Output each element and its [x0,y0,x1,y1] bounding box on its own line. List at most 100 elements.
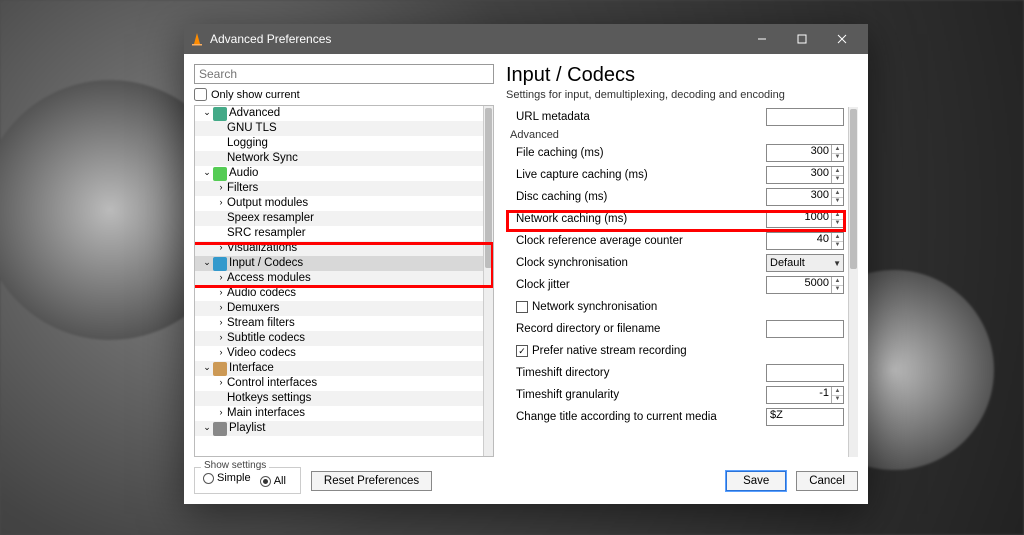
spinner-icon[interactable]: ▲▼ [831,189,843,205]
radio-simple[interactable]: Simple [203,472,251,484]
tree-item-network-sync[interactable]: Network Sync [195,151,483,166]
save-button[interactable]: Save [726,471,786,491]
live-capture-caching-input[interactable]: 300▲▼ [766,166,844,184]
tree-item-hotkeys-settings[interactable]: Hotkeys settings [195,391,483,406]
search-input[interactable] [194,64,494,84]
page-title: Input / Codecs [506,64,858,87]
tree-item-label: Network Sync [227,151,298,166]
tree-item-main-interfaces[interactable]: ›Main interfaces [195,406,483,421]
tree-item-video-codecs[interactable]: ›Video codecs [195,346,483,361]
tree-item-label: Output modules [227,196,308,211]
tree-item-label: Visualizations [227,241,297,256]
spinner-icon[interactable]: ▲▼ [831,233,843,249]
chevron-right-icon[interactable]: › [215,405,227,420]
page-subtitle: Settings for input, demultiplexing, deco… [506,89,858,101]
tree-item-label: Main interfaces [227,406,305,421]
only-show-current-label: Only show current [211,89,300,101]
minimize-button[interactable] [742,24,782,54]
cancel-button[interactable]: Cancel [796,471,858,491]
show-settings-group: Show settings Simple All [194,467,301,494]
tree-item-playlist[interactable]: ⌄ Playlist [195,421,483,436]
tree-item-demuxers[interactable]: ›Demuxers [195,301,483,316]
chevron-down-icon[interactable]: ⌄ [201,106,213,120]
spinner-icon[interactable]: ▲▼ [831,167,843,183]
close-button[interactable] [822,24,862,54]
tree-item-label: Stream filters [227,316,295,331]
tree-item-advanced[interactable]: ⌄ Advanced [195,106,483,121]
chevron-right-icon[interactable]: › [215,195,227,210]
tree-item-audio[interactable]: ⌄ Audio [195,166,483,181]
spinner-icon[interactable]: ▲▼ [831,145,843,161]
chevron-right-icon[interactable]: › [215,375,227,390]
spinner-icon[interactable]: ▲▼ [831,211,843,227]
chevron-right-icon[interactable]: › [215,285,227,300]
disc-caching-input[interactable]: 300▲▼ [766,188,844,206]
tree-item-output-modules[interactable]: ›Output modules [195,196,483,211]
chevron-down-icon[interactable]: ⌄ [201,360,213,375]
tree-item-interface[interactable]: ⌄Interface [195,361,483,376]
tree-item-filters[interactable]: ›Filters [195,181,483,196]
chevron-down-icon: ▼ [833,259,841,268]
only-show-current-input[interactable] [194,88,207,101]
tree-item-access-modules[interactable]: ›Access modules [195,271,483,286]
spinner-icon[interactable]: ▲▼ [831,277,843,293]
scrollbar-thumb[interactable] [850,109,857,269]
tree-item-label: Video codecs [227,346,296,361]
titlebar[interactable]: Advanced Preferences [184,24,868,54]
clock-reference-input[interactable]: 40▲▼ [766,232,844,250]
chevron-right-icon[interactable]: › [215,330,227,345]
tree-item-label: Hotkeys settings [227,391,311,406]
category-tree[interactable]: ⌄ AdvancedGNU TLSLoggingNetwork Sync ⌄ Audi… [194,105,494,457]
change-title-input[interactable]: $Z [766,408,844,426]
timeshift-granularity-input[interactable]: -1▲▼ [766,386,844,404]
chevron-right-icon[interactable]: › [215,300,227,315]
tree-item-input-codecs[interactable]: ⌄Input / Codecs [195,256,483,271]
tree-item-visualizations[interactable]: ›Visualizations [195,241,483,256]
chevron-right-icon[interactable]: › [215,270,227,285]
only-show-current-checkbox[interactable]: Only show current [194,88,494,101]
tree-scrollbar[interactable] [483,106,493,456]
tree-item-src-resampler[interactable]: SRC resampler [195,226,483,241]
tree-item-control-interfaces[interactable]: ›Control interfaces [195,376,483,391]
record-dir-input[interactable] [766,320,844,338]
clock-sync-select[interactable]: Default▼ [766,254,844,272]
chevron-right-icon[interactable]: › [215,315,227,330]
tree-item-gnu-tls[interactable]: GNU TLS [195,121,483,136]
tree-item-label: Playlist [229,421,265,436]
tree-item-label: Access modules [227,271,311,286]
tree-item-audio-codecs[interactable]: ›Audio codecs [195,286,483,301]
clock-jitter-input[interactable]: 5000▲▼ [766,276,844,294]
scrollbar-thumb[interactable] [485,108,492,268]
maximize-button[interactable] [782,24,822,54]
tree-item-speex-resampler[interactable]: Speex resampler [195,211,483,226]
chevron-right-icon[interactable]: › [215,240,227,255]
file-caching-input[interactable]: 300▲▼ [766,144,844,162]
network-sync-checkbox[interactable] [516,301,528,313]
form-scrollbar[interactable] [848,107,858,457]
list-icon [213,422,227,436]
tree-item-subtitle-codecs[interactable]: ›Subtitle codecs [195,331,483,346]
chevron-down-icon[interactable]: ⌄ [201,165,213,180]
footer: Show settings Simple All Reset Preferenc… [184,461,868,504]
network-caching-input[interactable]: 1000▲▼ [766,210,844,228]
tree-item-label: Speex resampler [227,211,314,226]
tree-item-logging[interactable]: Logging [195,136,483,151]
prefer-native-checkbox[interactable]: ✓ [516,345,528,357]
spinner-icon[interactable]: ▲▼ [831,387,843,403]
settings-form: URL metadata Advanced File caching (ms) … [506,107,844,457]
chevron-right-icon[interactable]: › [215,180,227,195]
iface-icon [213,362,227,376]
codec-icon [213,257,227,271]
chevron-right-icon[interactable]: › [215,345,227,360]
timeshift-dir-input[interactable] [766,364,844,382]
reset-preferences-button[interactable]: Reset Preferences [311,471,432,491]
tree-item-label: Filters [227,181,258,196]
radio-all[interactable]: All [260,475,286,487]
tree-item-label: Advanced [229,106,280,121]
chevron-down-icon[interactable]: ⌄ [201,255,213,270]
url-metadata-input[interactable] [766,108,844,126]
tree-item-stream-filters[interactable]: ›Stream filters [195,316,483,331]
group-advanced-label: Advanced [506,129,844,141]
tree-item-label: Audio [229,166,258,181]
chevron-down-icon[interactable]: ⌄ [201,420,213,435]
